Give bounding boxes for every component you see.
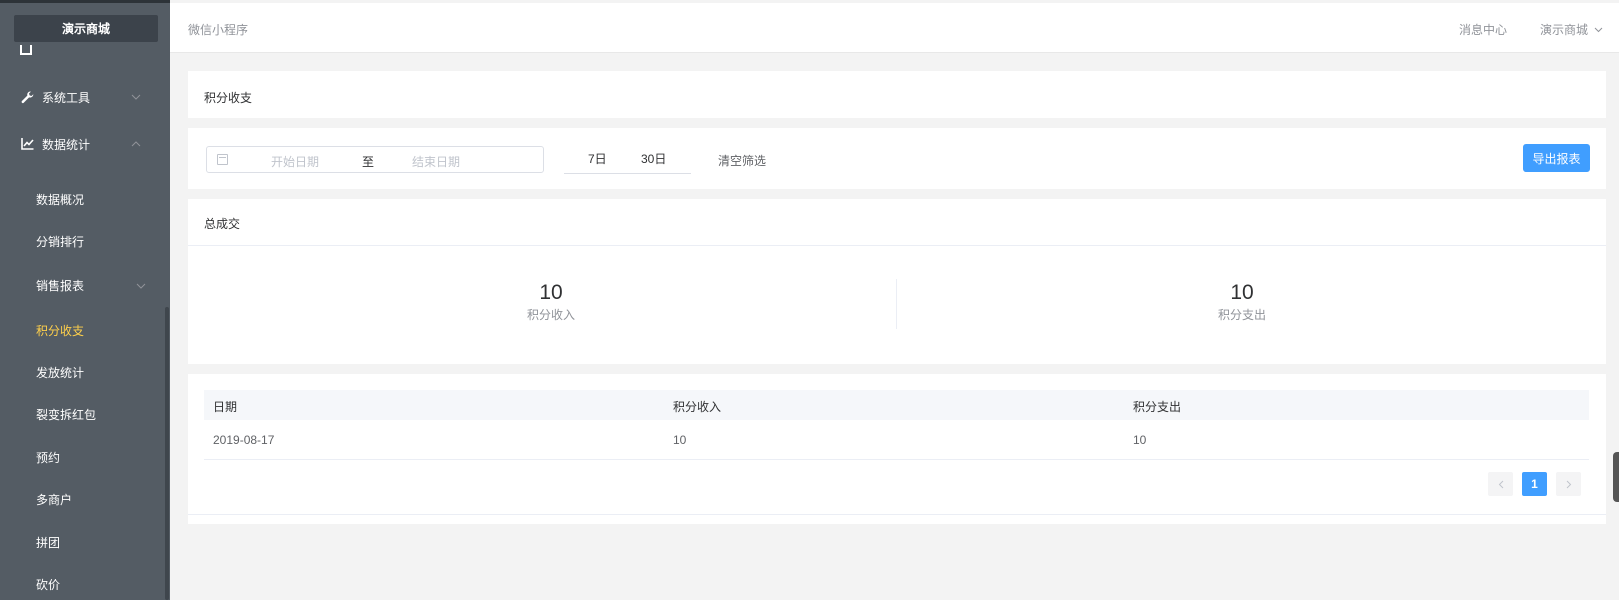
sidebar-item-distribution-ranking[interactable]: 分销排行: [36, 232, 84, 252]
chevron-left-icon: [1498, 480, 1503, 488]
expense-stat: 10 积分支出: [1142, 281, 1342, 323]
date-range-picker[interactable]: 开始日期 至 结束日期: [206, 146, 544, 173]
top-bar: 微信小程序 消息中心 演示商城: [170, 3, 1619, 53]
line-chart-icon: [20, 138, 34, 150]
sidebar-item-partial[interactable]: [20, 41, 42, 55]
quick-30-days-button[interactable]: 30日: [641, 146, 666, 173]
chevron-up-icon: [129, 137, 143, 151]
sidebar-scrollbar[interactable]: [165, 307, 169, 600]
column-header-expense: 积分支出: [1133, 400, 1182, 414]
sidebar-item-sales-report[interactable]: 销售报表: [36, 276, 84, 296]
filter-card: 开始日期 至 结束日期 7日 30日 清空筛选 导出报表: [188, 128, 1606, 189]
expense-label: 积分支出: [1217, 308, 1266, 322]
sidebar-item-bargain[interactable]: 砍价: [36, 575, 60, 595]
income-value: 10: [539, 281, 563, 304]
sidebar-menu-label: 数据统计: [42, 137, 91, 152]
column-header-income: 积分收入: [673, 400, 722, 414]
sidebar-item-fission-redpacket[interactable]: 裂变拆红包: [36, 405, 96, 425]
brand-logo[interactable]: 演示商城: [14, 15, 158, 42]
page-title-card: 积分收支: [188, 71, 1606, 118]
sidebar-menu-data-stats[interactable]: 数据统计: [0, 124, 165, 164]
summary-divider: [188, 245, 1606, 246]
expense-value: 10: [1230, 281, 1254, 304]
sidebar-item-issue-stats[interactable]: 发放统计: [36, 363, 84, 383]
sidebar-menu-label: 系统工具: [42, 90, 91, 105]
chevron-down-icon: [134, 279, 148, 293]
prev-page-button[interactable]: [1488, 472, 1513, 496]
user-name: 演示商城: [1540, 23, 1589, 37]
column-header-date: 日期: [213, 400, 238, 414]
calendar-icon: [217, 154, 228, 165]
clipboard-icon: [20, 45, 32, 55]
sidebar-item-multi-merchant[interactable]: 多商户: [36, 490, 72, 510]
table-card-divider: [188, 514, 1606, 515]
user-menu[interactable]: 演示商城: [1540, 21, 1603, 38]
side-feedback-tab[interactable]: [1613, 452, 1619, 502]
page-title: 积分收支: [204, 91, 253, 105]
sidebar-item-points-ledger[interactable]: 积分收支: [36, 321, 84, 341]
cell-income: 10: [673, 433, 687, 447]
summary-card: 总成交 10 积分收入 10 积分支出: [188, 199, 1606, 364]
date-separator: 至: [362, 155, 375, 169]
start-date-input[interactable]: 开始日期: [271, 153, 319, 170]
quick-7-days-button[interactable]: 7日: [588, 146, 607, 173]
breadcrumb[interactable]: 微信小程序: [188, 21, 248, 38]
sidebar-menu-system-tools[interactable]: 系统工具: [0, 77, 165, 117]
stat-divider: [896, 279, 897, 329]
sidebar-item-booking[interactable]: 预约: [36, 448, 60, 468]
income-stat: 10 积分收入: [451, 281, 651, 323]
chevron-down-icon: [129, 90, 143, 104]
message-center-link[interactable]: 消息中心: [1459, 21, 1507, 38]
end-date-input[interactable]: 结束日期: [412, 153, 460, 170]
table-row: 2019-08-17 10 10: [204, 420, 1589, 460]
cell-date: 2019-08-17: [213, 433, 275, 447]
next-page-button[interactable]: [1556, 472, 1581, 496]
export-report-button[interactable]: 导出报表: [1523, 144, 1590, 172]
sidebar-item-group-buy[interactable]: 拼团: [36, 533, 60, 553]
sidebar-top-strip: [0, 0, 170, 3]
page-number-current[interactable]: 1: [1522, 472, 1547, 496]
sidebar-item-data-overview[interactable]: 数据概况: [36, 190, 84, 210]
income-label: 积分收入: [526, 308, 575, 322]
sidebar: 演示商城 系统工具 数据统计 数据概况 分销排行 销售报表 积分收支 发放统计 …: [0, 0, 170, 600]
table-card: 日期 积分收入 积分支出 2019-08-17 10 10 1: [188, 374, 1606, 524]
cell-expense: 10: [1133, 433, 1147, 447]
quick-range-underline: [564, 173, 691, 174]
summary-title: 总成交: [204, 217, 241, 231]
chevron-down-icon: [1594, 27, 1603, 32]
wrench-icon: [20, 90, 34, 104]
table-header: 日期 积分收入 积分支出: [204, 390, 1589, 420]
chevron-right-icon: [1566, 480, 1571, 488]
clear-filter-button[interactable]: 清空筛选: [718, 152, 766, 169]
